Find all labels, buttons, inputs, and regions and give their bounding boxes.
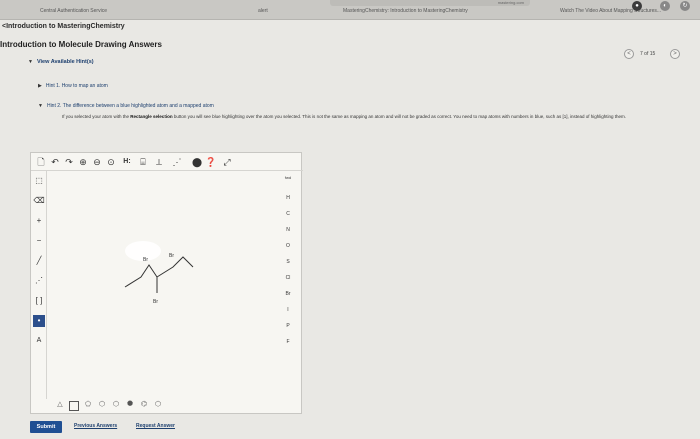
browser-tab[interactable]: Watch The Video About Mapping Structures…	[560, 4, 690, 18]
hexagon-shape-icon[interactable]: ⬡	[97, 401, 107, 411]
element-button[interactable]: O	[275, 243, 301, 249]
editor-toolbar: 🗋 ↶ ↷ ⊕ ⊖ ⊙ H: ⌸ ⟂ ⋰ ⬤ ❓ ⤢	[31, 153, 303, 171]
hint-2[interactable]: ▼ Hint 2. The difference between a blue h…	[38, 103, 214, 109]
submit-button[interactable]: Submit	[30, 421, 62, 433]
zoom-in-icon[interactable]: ⊕	[77, 156, 89, 168]
molecule-drawing: Br Br Br	[124, 241, 194, 305]
redo-icon[interactable]: ↷	[63, 156, 75, 168]
charge-plus-icon[interactable]: +	[33, 215, 45, 227]
triangle-down-icon: ▼	[28, 59, 33, 65]
undo-icon[interactable]: ↶	[49, 156, 61, 168]
zoom-out-icon[interactable]: ⊖	[91, 156, 103, 168]
mapping-tool-icon[interactable]: •	[33, 315, 45, 327]
triangle-right-icon: ▶	[38, 83, 42, 89]
request-answer-link[interactable]: Request Answer	[136, 423, 175, 429]
previous-answers-link[interactable]: Previous Answers	[74, 423, 117, 429]
help-icon[interactable]: ❓	[205, 156, 217, 168]
octagon-shape-icon[interactable]: ⯃	[125, 401, 135, 411]
stop-icon[interactable]: ⬤	[191, 156, 203, 168]
next-button[interactable]: >	[670, 49, 680, 59]
element-button[interactable]: N	[275, 227, 301, 233]
hint-2-text: If you selected your atom with the	[62, 114, 131, 119]
element-button[interactable]: S	[275, 259, 301, 265]
triangle-down-icon: ▼	[38, 103, 43, 109]
pentagon-shape-icon[interactable]: ⬠	[83, 401, 93, 411]
element-button[interactable]: Br	[275, 291, 301, 297]
browser-tab[interactable]: alert	[258, 4, 288, 18]
hint-2-body: If you selected your atom with the Recta…	[62, 114, 672, 120]
page: <Introduction to MasteringChemistry Intr…	[0, 20, 700, 439]
hint-1[interactable]: ▶ Hint 1. How to map an atom	[38, 83, 108, 89]
single-bond-icon[interactable]: ╱	[33, 255, 45, 267]
element-button[interactable]: F	[275, 339, 301, 345]
page-title: Introduction to Molecule Drawing Answers	[0, 40, 162, 49]
drawing-canvas[interactable]: Br Br Br	[47, 171, 275, 399]
browser-tab[interactable]: MasteringChemistry: Introduction to Mast…	[343, 4, 513, 18]
bracket-icon[interactable]: [ ]	[33, 295, 45, 307]
benzene-shape-icon[interactable]: ⌬	[139, 401, 149, 411]
browser-tab[interactable]: Central Authentication Service	[40, 4, 160, 18]
left-toolbar: ⬚ ⌫ + − ╱ ⋰ [ ] • A	[31, 171, 47, 399]
chain-tool-icon[interactable]: ⋰	[33, 275, 45, 287]
cyclohexane-shape-icon[interactable]: ⬡	[153, 401, 163, 411]
hint-2-label: Hint 2. The difference between a blue hi…	[46, 103, 214, 109]
hint-1-label: Hint 1. How to map an atom	[45, 83, 108, 89]
hint-2-bold: Rectangle selection	[130, 114, 173, 119]
atom-label: Br	[143, 257, 148, 263]
fullscreen-icon[interactable]: ⤢	[221, 156, 233, 168]
bottom-toolbar: △ ⬠ ⬡ ⬡ ⯃ ⌬ ⬡	[31, 399, 303, 415]
heptagon-shape-icon[interactable]: ⬡	[111, 401, 121, 411]
url-bar[interactable]: mastering.com	[330, 0, 530, 6]
triangle-shape-icon[interactable]: △	[55, 401, 65, 411]
browser-chrome: Central Authentication Service alert Mas…	[0, 0, 700, 20]
periodic-table-button[interactable]: fwd	[275, 175, 301, 180]
chain-icon[interactable]: ⋰	[171, 156, 183, 168]
square-shape-icon[interactable]	[69, 401, 79, 411]
pager: < 7 of 15 >	[624, 49, 680, 61]
hint-2-text: button you will see blue highlighting ov…	[172, 114, 626, 119]
element-toolbar: fwd H C N O S Cl Br I P F	[275, 171, 301, 399]
eraser-icon[interactable]: ⌫	[33, 195, 45, 207]
view-hints-label: View Available Hint(s)	[36, 59, 94, 65]
element-button[interactable]: I	[275, 307, 301, 313]
extension-icon[interactable]: ◐	[660, 1, 670, 11]
clean-icon[interactable]: ⟂	[153, 156, 165, 168]
view-hints-toggle[interactable]: ▼ View Available Hint(s)	[28, 59, 94, 65]
charge-minus-icon[interactable]: −	[33, 235, 45, 247]
atom-label: Br	[169, 253, 174, 259]
element-button[interactable]: H	[275, 195, 301, 201]
element-button[interactable]: P	[275, 323, 301, 329]
select-icon[interactable]: ⬚	[33, 175, 45, 187]
element-button[interactable]: C	[275, 211, 301, 217]
atom-label: Br	[153, 299, 158, 305]
refresh-icon[interactable]: ↻	[680, 1, 690, 11]
pager-label: 7 of 15	[640, 51, 656, 57]
new-doc-icon[interactable]: 🗋	[35, 156, 47, 168]
prev-button[interactable]: <	[624, 49, 634, 59]
template-icon[interactable]: ⌸	[137, 156, 149, 168]
zoom-fit-icon[interactable]: ⊙	[105, 156, 117, 168]
breadcrumb[interactable]: <Introduction to MasteringChemistry	[2, 23, 125, 30]
record-icon[interactable]: ●	[632, 1, 642, 11]
element-button[interactable]: Cl	[275, 275, 301, 281]
hydrogen-toggle-icon[interactable]: H:	[121, 156, 133, 168]
atom-list-icon[interactable]: A	[33, 335, 45, 347]
molecule-editor: 🗋 ↶ ↷ ⊕ ⊖ ⊙ H: ⌸ ⟂ ⋰ ⬤ ❓ ⤢ ⬚ ⌫ + − ╱ ⋰ […	[30, 152, 303, 415]
